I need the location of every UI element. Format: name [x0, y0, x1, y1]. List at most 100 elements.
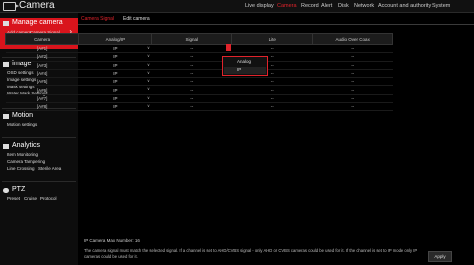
tab-camera-signal[interactable]: Camera Signal — [81, 16, 114, 22]
nav-system[interactable]: System — [432, 0, 450, 12]
cell-audio: -- — [312, 77, 393, 87]
nav-network[interactable]: Network — [354, 0, 374, 12]
analog-ip-select[interactable]: IP ∨ — [78, 61, 152, 70]
cell-audio: -- — [312, 61, 393, 70]
table-row: [A#5] IP ∨ -- -- -- — [5, 77, 393, 87]
column-header-analog-ip: Analog/IP — [78, 33, 153, 45]
column-header-camera: Camera — [4, 33, 80, 45]
chevron-down-icon: ∨ — [147, 86, 150, 92]
analog-ip-select[interactable]: IP ∨ — [78, 69, 152, 79]
sidebar-item-camera-tampering[interactable]: Camera Tampering — [7, 159, 45, 164]
cell-analog-ip: IP — [113, 104, 118, 110]
column-header-lite: Lite — [231, 33, 314, 45]
cell-analog-ip: IP — [113, 62, 118, 68]
cell-lite: -- — [231, 102, 313, 112]
cell-lite: -- — [231, 77, 313, 87]
sidebar-item-sterile-area[interactable]: Sterile Area — [38, 166, 61, 171]
column-header-signal: Signal — [151, 33, 233, 45]
table-row: [A#3] IP ∨ -- -- -- — [5, 61, 393, 70]
cell-analog-ip: IP — [113, 71, 118, 77]
cell-signal: -- — [151, 44, 232, 54]
analog-ip-select[interactable]: IP ∨ — [78, 52, 152, 62]
cell-analog-ip: IP — [113, 46, 118, 52]
cell-audio: -- — [312, 69, 393, 79]
table-row: [A#8] IP ∨ -- -- -- — [5, 102, 393, 112]
chevron-down-icon: ∨ — [147, 45, 150, 50]
dropdown-option-analog[interactable]: Analog — [237, 59, 251, 64]
cell-audio: -- — [312, 102, 393, 112]
cell-camera: [A#2] — [5, 52, 79, 62]
nav-account[interactable]: Account and authority — [378, 0, 431, 12]
divider — [2, 181, 76, 182]
cell-audio: -- — [312, 85, 393, 95]
analog-ip-select[interactable]: IP ∨ — [78, 85, 152, 95]
ptz-icon — [3, 188, 9, 193]
section-title: Analytics — [12, 142, 41, 149]
analog-ip-select[interactable]: IP ∨ — [78, 44, 152, 54]
sidebar-item-motion-settings[interactable]: Motion settings — [7, 122, 37, 127]
table-row: [A#1] IP ∨ -- -- -- — [5, 44, 393, 54]
cell-camera: [A#3] — [5, 61, 79, 70]
cell-audio: -- — [312, 44, 393, 54]
cell-camera: [A#5] — [5, 77, 79, 87]
nav-alert[interactable]: Alert — [321, 0, 332, 12]
chevron-down-icon: ∨ — [147, 78, 150, 84]
cell-audio: -- — [312, 94, 393, 104]
cell-signal: -- — [151, 85, 232, 95]
cell-signal: -- — [151, 102, 232, 112]
header-select-marker[interactable] — [226, 44, 231, 51]
table-row: [A#7] IP ∨ -- -- -- — [5, 94, 393, 104]
analog-ip-select[interactable]: IP ∨ — [78, 102, 152, 112]
cell-signal: -- — [151, 61, 232, 70]
sidebar-item-protocol[interactable]: Protocol — [40, 196, 57, 201]
apply-button[interactable]: Apply — [428, 251, 452, 262]
signal-note: The camera signal must match the selecte… — [84, 248, 418, 259]
section-ptz[interactable]: PTZ Preset Cruise Protocol — [0, 185, 78, 205]
chevron-down-icon: ∨ — [147, 53, 150, 59]
tab-divider — [78, 24, 474, 25]
sidebar-item-item-monitoring[interactable]: Item Monitoring — [7, 152, 38, 157]
chevron-down-icon: ∨ — [147, 103, 150, 109]
top-bar: Camera Live display Camera Record Alert … — [0, 0, 474, 13]
section-motion[interactable]: Motion Motion settings — [0, 111, 78, 131]
section-title: PTZ — [12, 186, 26, 193]
cell-analog-ip: IP — [113, 87, 118, 93]
analog-ip-select[interactable]: IP ∨ — [78, 77, 152, 87]
analog-ip-select[interactable]: IP ∨ — [78, 94, 152, 104]
cell-analog-ip: IP — [113, 54, 118, 60]
motion-icon — [3, 114, 9, 119]
signal-dropdown-popup[interactable]: Analog IP — [222, 56, 268, 76]
sidebar-item-line-crossing[interactable]: Line Crossing — [7, 166, 35, 171]
section-title: Motion — [12, 112, 34, 119]
section-analytics[interactable]: Analytics Item Monitoring Camera Tamperi… — [0, 141, 78, 181]
cell-audio: -- — [312, 52, 393, 62]
table-row: [A#6] IP ∨ -- -- -- — [5, 85, 393, 95]
nav-live-display[interactable]: Live display — [245, 0, 274, 12]
tab-edit-camera[interactable]: Edit camera — [123, 16, 150, 22]
nav-record[interactable]: Record — [301, 0, 319, 12]
cell-camera: [A#4] — [5, 69, 79, 79]
chevron-down-icon: ∨ — [147, 94, 150, 100]
camera-icon — [3, 2, 19, 11]
nav-camera[interactable]: Camera — [277, 0, 297, 12]
cell-camera: [A#7] — [5, 94, 79, 104]
chevron-down-icon: ∨ — [147, 69, 150, 75]
dropdown-option-ip[interactable]: IP — [237, 67, 241, 72]
cell-lite: -- — [231, 94, 313, 104]
cell-analog-ip: IP — [113, 79, 118, 85]
sidebar-item-preset[interactable]: Preset — [7, 196, 20, 201]
sidebar-item-cruise[interactable]: Cruise — [24, 196, 37, 201]
cell-signal: -- — [151, 52, 232, 62]
table-header-row: Camera Analog/IP Signal Lite Audio Over … — [4, 33, 393, 45]
cell-lite: -- — [231, 85, 313, 95]
table-row: [A#4] IP ∨ -- -- -- — [5, 69, 393, 79]
camera-signal-table: Camera Analog/IP Signal Lite Audio Over … — [4, 33, 393, 112]
cell-lite: -- — [231, 44, 313, 54]
chevron-down-icon: ∨ — [147, 61, 150, 67]
app-title: Camera — [19, 0, 55, 11]
cell-signal: -- — [151, 94, 232, 104]
cell-signal: -- — [151, 69, 232, 79]
nav-disk[interactable]: Disk — [338, 0, 349, 12]
cell-camera: [A#1] — [5, 44, 79, 54]
cell-camera: [A#6] — [5, 85, 79, 95]
